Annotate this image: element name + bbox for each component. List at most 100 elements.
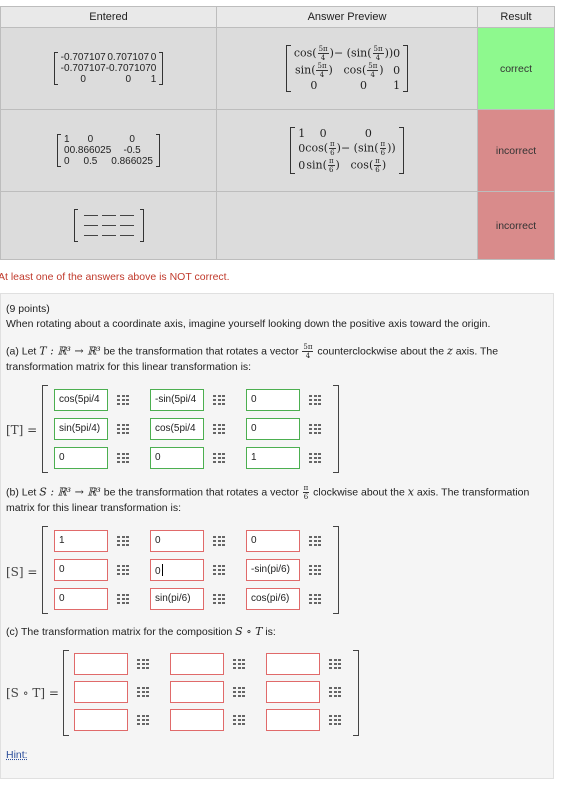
matrix-grid-icon[interactable] xyxy=(117,424,129,434)
problem-intro: When rotating about a coordinate axis, i… xyxy=(6,318,491,330)
preview-value: 0 xyxy=(298,142,306,155)
matrix-grid-icon[interactable] xyxy=(117,453,129,463)
preview-value: − (sin(π 6)) xyxy=(340,140,396,157)
matrix-t-entry-r1c3[interactable]: 0 xyxy=(246,389,300,411)
part-b-map: S : ℝ³ → ℝ³ xyxy=(39,485,101,499)
matrix-s-left-bracket xyxy=(42,526,48,614)
hint-link[interactable]: Hint: xyxy=(6,749,28,761)
preview-value: 0 xyxy=(364,127,372,140)
matrix-st-entry-r1c3[interactable] xyxy=(266,653,320,675)
matrix-grid-icon[interactable] xyxy=(137,687,149,697)
matrix-t-entry-r1c2[interactable]: -sin(5pi/4 xyxy=(150,389,204,411)
matrix-grid-icon[interactable] xyxy=(213,536,225,546)
matrix-s-entry-r1c2[interactable]: 0 xyxy=(150,530,204,552)
matrix-t-entry-r2c1[interactable]: sin(5pi/4) xyxy=(54,418,108,440)
preview-value: cos(π 6) xyxy=(350,157,387,174)
entered-matrix-c-empty xyxy=(73,209,144,242)
matrix-st-entry-r3c3[interactable] xyxy=(266,709,320,731)
matrix-t-entry-r2c3[interactable]: 0 xyxy=(246,418,300,440)
matrix-grid-icon[interactable] xyxy=(233,687,245,697)
matrix-grid-icon[interactable] xyxy=(309,453,321,463)
matrix-s-entry-r1c1[interactable]: 1 xyxy=(54,530,108,552)
part-b-text: (b) Let S : ℝ³ → ℝ³ be the transformatio… xyxy=(6,484,530,514)
entered-value: 0 xyxy=(150,63,157,74)
matrix-grid-icon[interactable] xyxy=(117,536,129,546)
matrix-grid-icon[interactable] xyxy=(213,594,225,604)
matrix-s-entry-r3c1[interactable]: 0 xyxy=(54,588,108,610)
matrix-grid-icon[interactable] xyxy=(329,687,341,697)
matrix-s-entry-r1c3[interactable]: 0 xyxy=(246,530,300,552)
result-row-c: incorrect xyxy=(0,191,555,260)
entered-value: -0.707107 xyxy=(60,63,106,74)
matrix-grid-icon[interactable] xyxy=(309,594,321,604)
matrix-grid-icon[interactable] xyxy=(309,536,321,546)
preview-value: cos(π 6) xyxy=(305,140,341,157)
entered-matrix-a: -0.707107 0.707107 0 -0.707107 -0.707107 0 0… xyxy=(53,52,164,85)
matrix-st-left-bracket xyxy=(63,650,69,736)
matrix-grid-icon[interactable] xyxy=(213,395,225,405)
entered-value: -0.707107 xyxy=(105,63,151,74)
matrix-grid-icon[interactable] xyxy=(117,395,129,405)
part-a-map: T : ℝ³ → ℝ³ xyxy=(39,344,101,358)
matrix-grid-icon[interactable] xyxy=(329,715,341,725)
matrix-st-entry-r1c1[interactable] xyxy=(74,653,128,675)
matrix-grid-icon[interactable] xyxy=(117,565,129,575)
matrix-t-entry-r3c2[interactable]: 0 xyxy=(150,447,204,469)
header-answer-preview: Answer Preview xyxy=(216,6,478,28)
preview-value: 0 xyxy=(298,159,306,172)
header-entered: Entered xyxy=(0,6,217,28)
matrix-grid-icon[interactable] xyxy=(329,659,341,669)
matrix-t-entry-r3c3[interactable]: 1 xyxy=(246,447,300,469)
preview-value: 0 xyxy=(360,79,368,92)
matrix-st-entry-r3c1[interactable] xyxy=(74,709,128,731)
preview-value: 0 xyxy=(393,47,401,60)
entered-value: 0 xyxy=(80,74,86,85)
matrix-st-entry-r3c2[interactable] xyxy=(170,709,224,731)
matrix-grid-icon[interactable] xyxy=(213,424,225,434)
result-status-c: incorrect xyxy=(477,191,555,260)
preview-matrix-a: cos(5π 4) − (sin(5π 4)) 0 sin(5π 4) cos(5π 4… xyxy=(285,45,409,92)
matrix-s-entry-r3c2[interactable]: sin(pi/6) xyxy=(150,588,204,610)
matrix-grid-icon[interactable] xyxy=(117,594,129,604)
matrix-t-label: [T] = xyxy=(6,423,38,437)
matrix-st-entry-r2c3[interactable] xyxy=(266,681,320,703)
matrix-t-entry-r1c1[interactable]: cos(5pi/4 xyxy=(54,389,108,411)
entered-value: 0.866025 xyxy=(111,156,153,167)
matrix-st-entry-r2c2[interactable] xyxy=(170,681,224,703)
part-a-text: (a) Let T : ℝ³ → ℝ³ be the transformatio… xyxy=(6,343,499,373)
entered-value: 1 xyxy=(64,134,70,145)
entered-cell-b: 100 0 0.866025 -0.5 0 0.5 0.866025 xyxy=(0,109,217,192)
matrix-t-entry-r3c1[interactable]: 0 xyxy=(54,447,108,469)
matrix-grid-icon[interactable] xyxy=(309,395,321,405)
entered-value: 0 xyxy=(87,134,94,145)
part-b-angle: π6 xyxy=(302,484,310,501)
part-c-composition: S ∘ T xyxy=(235,625,263,638)
matrix-grid-icon[interactable] xyxy=(137,659,149,669)
matrix-s-entry-r2c1[interactable]: 0 xyxy=(54,559,108,581)
preview-value: cos(5π 4) xyxy=(343,62,384,79)
matrix-grid-icon[interactable] xyxy=(233,659,245,669)
preview-value: 0 xyxy=(393,64,401,77)
matrix-grid-icon[interactable] xyxy=(309,565,321,575)
entered-value: -0.707107 xyxy=(60,52,106,63)
matrix-s-entry-r2c2[interactable]: 0 xyxy=(150,559,204,581)
preview-value: − (sin(5π 4)) xyxy=(333,45,394,62)
preview-value: sin(5π 4) xyxy=(294,62,333,79)
matrix-grid-icon[interactable] xyxy=(137,715,149,725)
result-row-b: 100 0 0.866025 -0.5 0 0.5 0.866025 1 0 0… xyxy=(0,109,555,192)
preview-value: 0 xyxy=(319,127,327,140)
matrix-grid-icon[interactable] xyxy=(309,424,321,434)
matrix-grid-icon[interactable] xyxy=(213,565,225,575)
matrix-st-entry-r1c2[interactable] xyxy=(170,653,224,675)
result-status-b: incorrect xyxy=(477,109,555,192)
matrix-st-entry-r2c1[interactable] xyxy=(74,681,128,703)
part-c-text: (c) The transformation matrix for the co… xyxy=(6,625,276,638)
matrix-s-entry-r3c3[interactable]: cos(pi/6) xyxy=(246,588,300,610)
matrix-t-entry-r2c2[interactable]: cos(5pi/4 xyxy=(150,418,204,440)
result-status-a: correct xyxy=(477,27,555,110)
preview-value: cos(5π 4) xyxy=(293,45,334,62)
matrix-grid-icon[interactable] xyxy=(213,453,225,463)
matrix-s-entry-r2c3[interactable]: -sin(pi/6) xyxy=(246,559,300,581)
matrix-grid-icon[interactable] xyxy=(233,715,245,725)
entered-value: 0 xyxy=(64,145,70,156)
